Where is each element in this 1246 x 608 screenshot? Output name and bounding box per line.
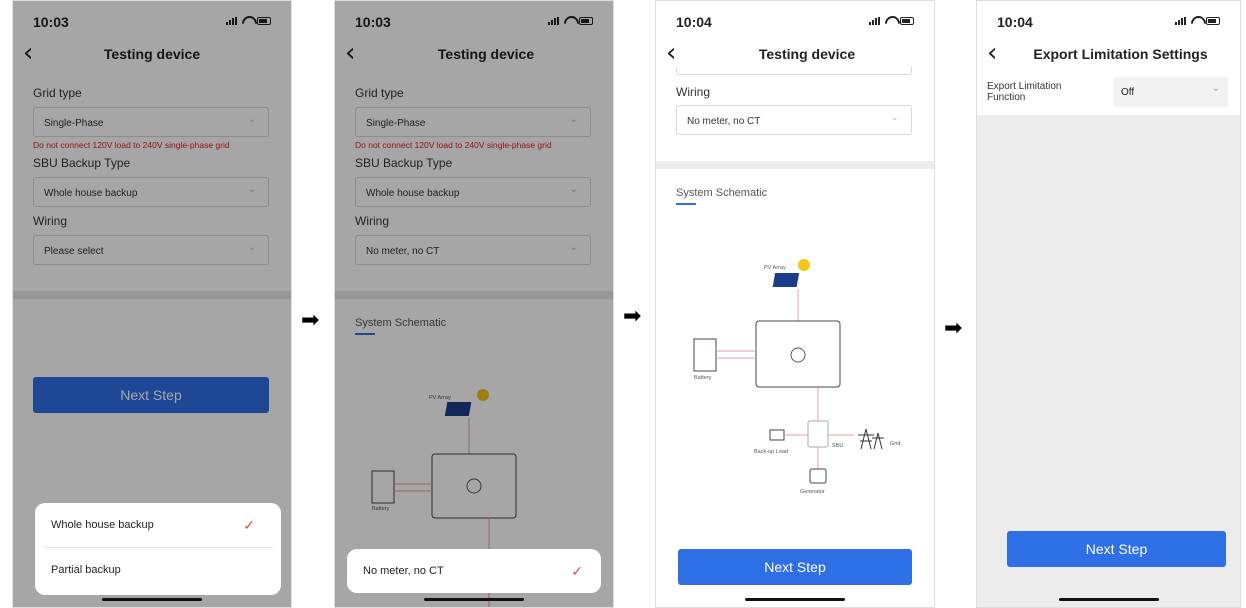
schematic-title: System Schematic [676, 187, 768, 199]
next-step-button[interactable]: Next Step [678, 549, 912, 585]
status-time: 10:04 [676, 14, 712, 30]
home-indicator [424, 598, 524, 601]
signal-icon [1175, 16, 1187, 25]
schematic-underline [676, 203, 696, 205]
modal-overlay[interactable] [335, 1, 613, 607]
battery-label: Battery [694, 375, 712, 381]
sbu-label: SBU [832, 443, 843, 449]
flow-arrow-icon: ➡ [301, 308, 320, 333]
grid-label: Grid [890, 441, 900, 447]
backup-load-label: Back-up Load [754, 449, 788, 455]
sun-icon [798, 259, 810, 271]
generator-label: Generator [800, 489, 825, 495]
battery-icon [900, 16, 914, 25]
system-schematic-diagram: PV Array Battery SBU Back-up Load Grid G… [693, 259, 900, 495]
wifi-icon [885, 16, 896, 25]
solar-panel-icon [772, 273, 800, 287]
wiring-value: No meter, no CT [687, 116, 761, 127]
flow-arrow-icon: ➡ [623, 304, 642, 329]
sbu-box [807, 420, 829, 448]
next-step-button[interactable]: Next Step [1007, 531, 1226, 567]
sheet-option-no-meter[interactable]: No meter, no CT ✓ [347, 549, 601, 593]
battery-icon [1206, 16, 1220, 25]
sheet-option-partial[interactable]: Partial backup [43, 548, 281, 593]
export-limitation-row: Export Limitation Function Off ⌄ [977, 73, 1240, 115]
wiring-sheet: No meter, no CT ✓ [347, 549, 601, 593]
export-limitation-select[interactable]: Off ⌄ [1113, 77, 1228, 107]
sheet-option-whole-house[interactable]: Whole house backup ✓ [43, 503, 273, 548]
checkmark-icon: ✓ [571, 563, 583, 579]
wifi-icon [1191, 16, 1202, 25]
signal-icon [869, 16, 881, 25]
flow-arrow-icon: ➡ [944, 316, 963, 341]
previous-field-edge [676, 67, 912, 75]
home-indicator [1058, 598, 1159, 601]
page-title: Testing device [758, 46, 856, 62]
sheet-option-label: Whole house backup [51, 519, 154, 531]
sheet-option-label: No meter, no CT [363, 565, 444, 577]
grid-tower-icon [858, 428, 874, 450]
pv-array-label: PV Array [764, 265, 786, 271]
export-limitation-label: Export Limitation Function [987, 81, 1062, 103]
sheet-option-label: Partial backup [51, 564, 121, 576]
battery-icon [693, 338, 717, 372]
generator-icon [809, 468, 827, 484]
wiring-select[interactable]: No meter, no CT ⌄ [676, 105, 912, 135]
wiring-label: Wiring [676, 85, 711, 99]
checkmark-icon: ✓ [243, 517, 255, 533]
screen-schematic: 10:04 ‹ Testing device Wiring No meter, … [655, 0, 935, 608]
page-title: Export Limitation Settings [1033, 46, 1208, 62]
backup-type-sheet: Whole house backup ✓ Partial backup [35, 503, 281, 595]
status-bar: 10:04 [656, 1, 934, 37]
status-time: 10:04 [997, 14, 1033, 30]
home-indicator [102, 598, 202, 601]
screen-wiring-select: 10:03 ‹ Testing device Grid type Single-… [334, 0, 614, 608]
screen-export-limitation: 10:04 ‹ Export Limitation Settings Expor… [976, 0, 1241, 608]
inverter-box [755, 320, 841, 388]
chevron-down-icon: ⌄ [890, 112, 899, 123]
status-bar: 10:04 [977, 1, 1240, 37]
nav-bar: ‹ Export Limitation Settings [977, 39, 1240, 71]
section-divider [656, 161, 934, 169]
screen-grid-type: 10:03 ‹ Testing device Grid type Single-… [12, 0, 292, 608]
chevron-down-icon: ⌄ [1211, 83, 1220, 94]
export-limitation-value: Off [1121, 87, 1135, 98]
home-indicator [745, 598, 845, 601]
monitor-icon [769, 429, 785, 441]
